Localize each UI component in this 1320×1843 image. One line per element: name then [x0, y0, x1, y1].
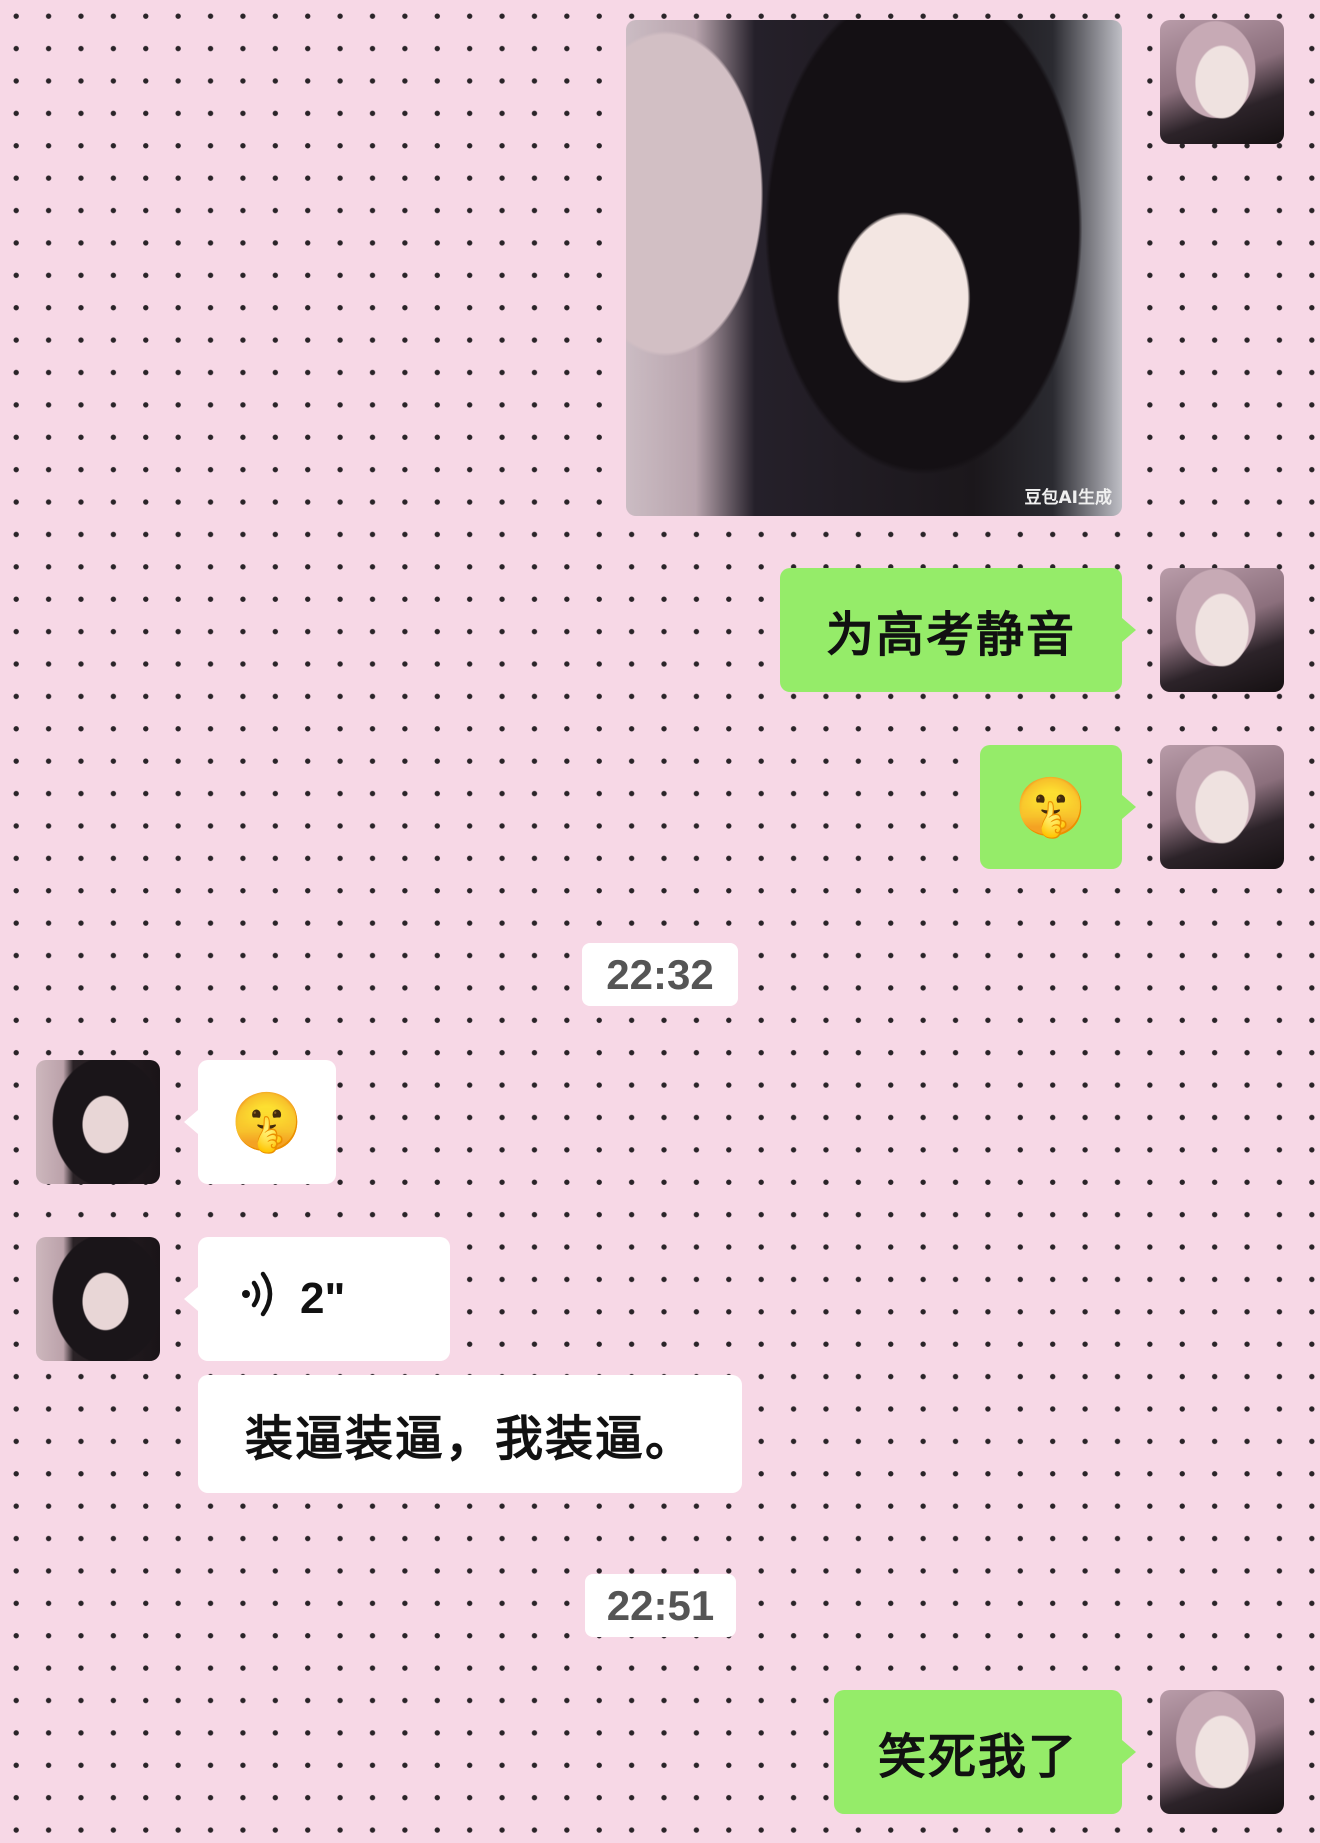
timestamp: 22:32 [582, 943, 738, 1006]
my-avatar[interactable] [1160, 1690, 1284, 1814]
voice-message-bubble[interactable]: 2" [198, 1237, 450, 1361]
my-avatar[interactable] [1160, 568, 1284, 692]
bubble-tail [184, 1110, 198, 1134]
sent-image[interactable]: 豆包AI生成 [626, 20, 1122, 516]
sent-emoji-bubble[interactable]: 🤫 [980, 745, 1122, 869]
sent-message-bubble[interactable]: 为高考静音 [780, 568, 1122, 692]
message-text: 笑死我了 [877, 1729, 1078, 1785]
voice-transcription: 装逼装逼，我装逼。 [198, 1375, 742, 1493]
bubble-tail [1122, 1740, 1136, 1764]
contact-avatar[interactable] [36, 1237, 160, 1361]
bubble-tail [1122, 795, 1136, 819]
bubble-tail [1122, 618, 1136, 642]
voice-duration: 2" [300, 1274, 346, 1323]
message-text: 为高考静音 [825, 607, 1076, 663]
timestamp: 22:51 [585, 1574, 736, 1637]
sent-message-bubble[interactable]: 笑死我了 [834, 1690, 1122, 1814]
shushing-face-icon: 🤫 [1014, 773, 1088, 841]
contact-avatar[interactable] [36, 1060, 160, 1184]
my-avatar[interactable] [1160, 20, 1284, 144]
received-emoji-bubble[interactable]: 🤫 [198, 1060, 336, 1184]
transcription-text: 装逼装逼，我装逼。 [244, 1411, 695, 1467]
shushing-face-icon: 🤫 [230, 1088, 304, 1156]
bubble-tail [184, 1287, 198, 1311]
voice-wave-icon [238, 1269, 278, 1330]
image-watermark: 豆包AI生成 [1024, 488, 1112, 508]
my-avatar[interactable] [1160, 745, 1284, 869]
